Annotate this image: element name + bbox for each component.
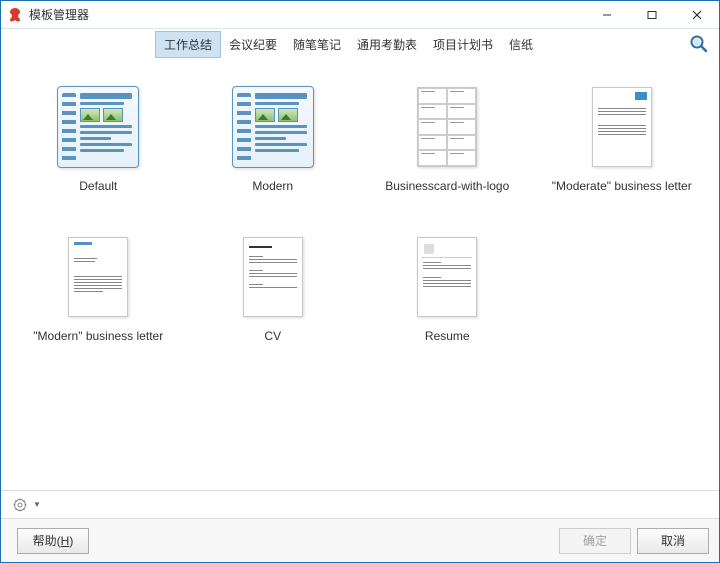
template-manager-window: 模板管理器 工作总结 会议纪要 随笔笔记 通用考勤表 项目计划书 信纸 Defa…	[0, 0, 720, 563]
template-thumbnail	[403, 233, 491, 321]
search-button[interactable]	[687, 32, 711, 56]
category-tabs: 工作总结 会议纪要 随笔笔记 通用考勤表 项目计划书 信纸	[9, 31, 687, 58]
template-thumbnail	[54, 233, 142, 321]
template-item[interactable]: "Moderate" business letter	[535, 79, 710, 199]
template-label: "Modern" business letter	[33, 329, 163, 345]
help-button[interactable]: 帮助(H)	[17, 528, 89, 554]
minimize-button[interactable]	[584, 1, 629, 29]
window-title: 模板管理器	[29, 6, 89, 23]
template-label: Resume	[425, 329, 470, 345]
maximize-button[interactable]	[629, 1, 674, 29]
statusbar: ▼	[1, 490, 719, 518]
template-item[interactable]: Modern	[186, 79, 361, 199]
settings-menu-button[interactable]	[9, 494, 31, 516]
titlebar[interactable]: 模板管理器	[1, 1, 719, 29]
tab-work-summary[interactable]: 工作总结	[155, 31, 221, 58]
app-icon	[7, 7, 23, 23]
template-item[interactable]: Businesscard-with-logo	[360, 79, 535, 199]
tab-essay-notes[interactable]: 随笔笔记	[285, 32, 349, 57]
button-bar: 帮助(H) 确定 取消	[1, 518, 719, 562]
template-label: CV	[264, 329, 281, 345]
ok-button: 确定	[559, 528, 631, 554]
template-thumbnail	[578, 83, 666, 171]
tab-project-plan[interactable]: 项目计划书	[425, 32, 501, 57]
chevron-down-icon: ▼	[33, 500, 41, 509]
tab-letter-paper[interactable]: 信纸	[501, 32, 541, 57]
template-thumbnail	[229, 233, 317, 321]
template-label: Modern	[252, 179, 293, 195]
template-label: Businesscard-with-logo	[385, 179, 509, 195]
template-thumbnail	[229, 83, 317, 171]
tab-attendance[interactable]: 通用考勤表	[349, 32, 425, 57]
tab-meeting-minutes[interactable]: 会议纪要	[221, 32, 285, 57]
template-item[interactable]: Resume	[360, 229, 535, 349]
template-item[interactable]: Default	[11, 79, 186, 199]
template-item[interactable]: "Modern" business letter	[11, 229, 186, 349]
template-label: Default	[79, 179, 117, 195]
close-button[interactable]	[674, 1, 719, 29]
template-thumbnail	[54, 83, 142, 171]
template-thumbnail	[403, 83, 491, 171]
template-item[interactable]: CV	[186, 229, 361, 349]
template-grid-area: Default Modern Businesscard-with-logo "M…	[1, 59, 719, 490]
template-label: "Moderate" business letter	[552, 179, 692, 195]
toolbar: 工作总结 会议纪要 随笔笔记 通用考勤表 项目计划书 信纸	[1, 29, 719, 59]
cancel-button[interactable]: 取消	[637, 528, 709, 554]
